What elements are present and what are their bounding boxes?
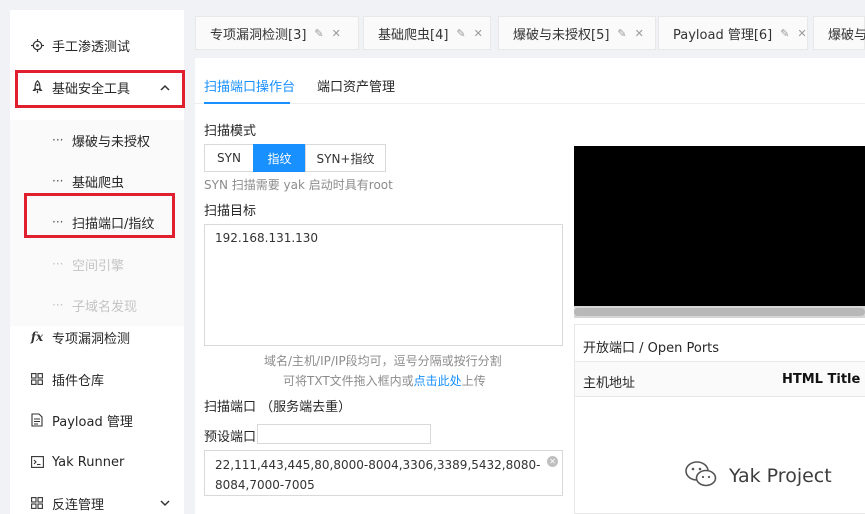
mode-fingerprint-button[interactable]: 指纹	[253, 144, 306, 172]
open-ports-title: 开放端口 / Open Ports	[583, 341, 720, 356]
menu-item-label: 插件仓库	[52, 373, 105, 389]
scan-ports-label: 扫描端口 （服务端去重）	[204, 400, 352, 415]
upload-click-link[interactable]: 点击此处	[414, 374, 462, 388]
chevron-up-icon[interactable]	[160, 81, 170, 94]
menu-item-payload[interactable]: Payload 管理	[10, 400, 184, 440]
tab-crawler[interactable]: 基础爬虫[4] ✎ ✕	[363, 16, 491, 50]
menu-item-plugin-store[interactable]: 插件仓库	[10, 359, 184, 399]
submenu-item-label: 扫描端口/指纹	[72, 216, 155, 232]
tab-port-scan-console[interactable]: 扫描端口操作台	[204, 76, 295, 95]
tab-bruteforce[interactable]: 爆破与未授权[5] ✎ ✕	[498, 16, 656, 50]
upload-hint-suffix: 上传	[461, 374, 486, 388]
tab-label: 基础爬虫[4]	[378, 27, 449, 43]
open-ports-table-header: 主机地址 HTML Title	[575, 361, 865, 397]
scan-mode-label: 扫描模式	[204, 124, 257, 139]
submenu-item-space-engine: ··· 空间引擎	[10, 244, 184, 284]
submenu-item-port-scan[interactable]: ··· 扫描端口/指纹	[10, 202, 184, 242]
close-icon[interactable]: ✕	[332, 27, 341, 40]
submenu-item-label: 子域名发现	[72, 299, 138, 315]
tab-label: 爆破与未授权[5]	[513, 27, 610, 43]
scan-ports-input[interactable]: 22,111,443,445,80,8000-8004,3306,3389,54…	[204, 450, 563, 496]
ellipsis-icon: ···	[52, 174, 64, 188]
submenu-item-label: 爆破与未授权	[72, 134, 151, 150]
edit-icon[interactable]: ✎	[617, 27, 626, 40]
chevron-down-icon[interactable]	[160, 497, 170, 510]
close-icon[interactable]: ✕	[797, 27, 806, 40]
scan-mode-selector: SYN 指纹 SYN+指纹	[204, 144, 386, 172]
ellipsis-icon: ···	[52, 257, 64, 271]
tab-label: Payload 管理[6]	[673, 27, 773, 43]
menu-item-basic-security-tools[interactable]: 基础安全工具	[10, 67, 184, 107]
active-tab-indicator	[204, 102, 290, 104]
menu-item-label: Yak Runner	[52, 454, 125, 470]
menu-item-label: Payload 管理	[52, 414, 133, 430]
submenu-item-bruteforce[interactable]: ··· 爆破与未授权	[10, 120, 184, 160]
submenu-basic-security-tools: ··· 爆破与未授权 ··· 基础爬虫 ··· 扫描端口/指纹 ··· 空间引擎…	[10, 120, 184, 326]
target-upload-hint: 可将TXT文件拖入框内或点击此处上传	[283, 372, 486, 389]
ellipsis-icon: ···	[52, 133, 64, 147]
column-html-title[interactable]: HTML Title	[782, 372, 860, 387]
target-format-hint: 域名/主机/IP/IP段均可，逗号分隔或按行分割	[264, 354, 502, 368]
close-icon[interactable]: ✕	[635, 27, 644, 40]
tab-special-vuln[interactable]: 专项漏洞检测[3] ✎ ✕	[195, 16, 359, 50]
scan-target-input[interactable]: 192.168.131.130	[204, 224, 563, 346]
edit-icon[interactable]: ✎	[314, 27, 323, 40]
menu-item-special-vuln[interactable]: fx 专项漏洞检测	[10, 317, 184, 357]
submenu-item-crawler[interactable]: ··· 基础爬虫	[10, 161, 184, 201]
mode-syn-button[interactable]: SYN	[204, 144, 254, 172]
menu-item-yak-runner[interactable]: Yak Runner	[10, 442, 184, 482]
wechat-icon	[683, 460, 719, 492]
main-content: 扫描端口操作台 端口资产管理 扫描模式 SYN 指纹 SYN+指纹 SYN 扫描…	[195, 58, 865, 514]
tab-payload[interactable]: Payload 管理[6] ✎ ✕	[658, 16, 808, 50]
tab-label: 专项漏洞检测[3]	[210, 27, 307, 43]
mode-syn-fingerprint-button[interactable]: SYN+指纹	[305, 144, 386, 172]
grid-icon	[30, 496, 44, 510]
menu-item-reverse-conn[interactable]: 反连管理	[10, 483, 184, 514]
document-icon	[30, 413, 44, 427]
column-host-address[interactable]: 主机地址	[583, 372, 635, 391]
tab-bruteforce-2[interactable]: 爆破与	[813, 16, 865, 50]
ellipsis-icon: ···	[52, 215, 64, 229]
watermark: Yak Project	[683, 460, 832, 492]
menu-item-label: 专项漏洞检测	[52, 331, 131, 347]
rocket-icon	[30, 80, 44, 94]
menu-item-label: 反连管理	[52, 497, 105, 513]
sub-tab-bar: 扫描端口操作台 端口资产管理	[195, 58, 865, 104]
scan-target-label: 扫描目标	[204, 204, 257, 219]
horizontal-scrollbar[interactable]	[574, 306, 865, 318]
upload-hint-text: 可将TXT文件拖入框内或	[283, 374, 414, 388]
edit-icon[interactable]: ✎	[456, 27, 465, 40]
tab-label: 爆破与	[828, 27, 865, 43]
close-icon[interactable]: ✕	[474, 27, 483, 40]
preset-ports-select[interactable]	[257, 424, 431, 444]
submenu-item-label: 基础爬虫	[72, 175, 125, 191]
clear-icon[interactable]: ✕	[547, 456, 558, 467]
watermark-text: Yak Project	[729, 465, 832, 487]
menu-item-label: 手工渗透测试	[52, 39, 131, 55]
grid-icon	[30, 372, 44, 386]
tab-port-asset-management[interactable]: 端口资产管理	[317, 76, 395, 95]
tab-bar: 专项漏洞检测[3] ✎ ✕ 基础爬虫[4] ✎ ✕ 爆破与未授权[5] ✎ ✕ …	[195, 16, 865, 50]
terminal-output-panel	[574, 146, 865, 318]
syn-root-hint: SYN 扫描需要 yak 启动时具有root	[204, 178, 393, 192]
crosshair-icon	[30, 38, 44, 52]
submenu-item-label: 空间引擎	[72, 258, 125, 274]
menu-item-manual-pentest[interactable]: 手工渗透测试	[10, 25, 184, 65]
sidebar: 手工渗透测试 基础安全工具 ··· 爆破与未授权 ··· 基础爬虫 ··· 扫描…	[10, 10, 184, 514]
menu-item-label: 基础安全工具	[52, 81, 131, 97]
ellipsis-icon: ···	[52, 298, 64, 312]
scrollbar-thumb[interactable]	[574, 308, 865, 316]
edit-icon[interactable]: ✎	[780, 27, 789, 40]
terminal-icon	[30, 455, 44, 469]
function-icon: fx	[30, 330, 44, 344]
preset-ports-label: 预设端口	[204, 430, 257, 445]
